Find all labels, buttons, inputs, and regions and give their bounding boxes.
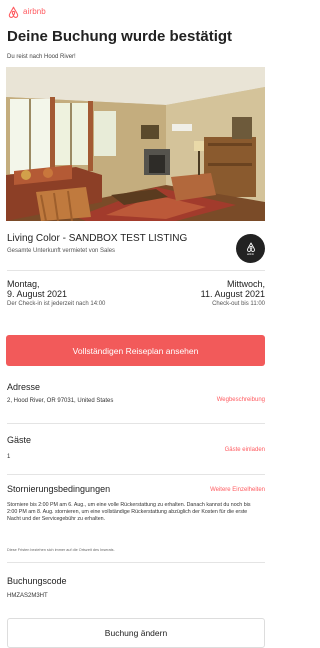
checkout-note: Check-out bis 11:00 [212, 301, 265, 307]
listing-photo[interactable] [6, 67, 265, 221]
airbnb-logo[interactable]: airbnb [7, 6, 46, 18]
host-avatar-label: airbnb [247, 252, 254, 256]
divider [7, 423, 265, 424]
change-booking-button[interactable]: Buchung ändern [7, 618, 265, 648]
cancellation-policy-note: Diese Fristen beziehen sich immer auf di… [7, 548, 115, 552]
divider [7, 562, 265, 563]
checkin-date: Montag, 9. August 2021 [7, 279, 67, 299]
address-label: Adresse [7, 382, 41, 392]
booking-code-label: Buchungscode [7, 576, 67, 586]
brand-name: airbnb [23, 7, 46, 16]
page-subtitle: Du reist nach Hood River! [7, 54, 76, 60]
guests-value: 1 [7, 454, 11, 460]
living-room-photo [6, 67, 265, 221]
checkin-date-value: 9. August 2021 [7, 289, 68, 299]
divider [7, 474, 265, 475]
view-itinerary-button[interactable]: Vollständigen Reiseplan ansehen [6, 335, 265, 366]
checkout-date-value: 11. August 2021 [200, 289, 265, 299]
more-details-link[interactable]: Weitere Einzelheiten [210, 486, 265, 494]
directions-link[interactable]: Wegbeschreibung [217, 396, 265, 404]
listing-host-line: Gesamte Unterkunft vermietet von Sales [7, 248, 116, 254]
checkin-note: Der Check-in ist jederzeit nach 14:00 [7, 301, 106, 307]
divider [7, 270, 265, 271]
address-value: 2, Hood River, OR 97031, United States [7, 398, 114, 404]
cancellation-label: Stornierungsbedingungen [7, 484, 111, 494]
booking-code-value: HMZAS2M3HT [7, 593, 48, 599]
invite-guests-link[interactable]: Gäste einladen [225, 446, 265, 454]
host-avatar[interactable]: airbnb [236, 234, 265, 263]
checkin-day: Montag, [7, 279, 40, 289]
checkout-date: Mittwoch, 11. August 2021 [201, 279, 265, 299]
listing-title[interactable]: Living Color - SANDBOX TEST LISTING [7, 233, 187, 245]
checkout-day: Mittwoch, [226, 279, 265, 289]
guests-label: Gäste [7, 435, 32, 445]
page-title: Deine Buchung wurde bestätigt [7, 28, 233, 45]
airbnb-logo-icon [8, 6, 19, 18]
cancellation-policy-text: Storniere bis 2:00 PM am 6. Aug., um ein… [7, 502, 251, 522]
airbnb-logo-icon [246, 242, 255, 252]
